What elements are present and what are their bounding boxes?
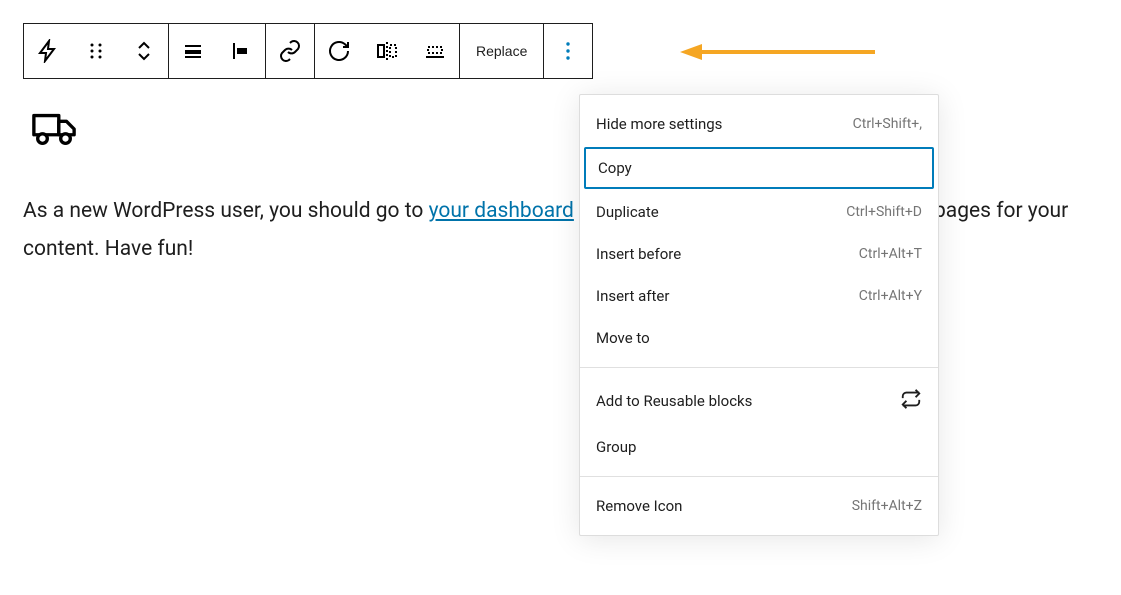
more-vertical-icon <box>556 39 580 63</box>
menu-item-label: Remove Icon <box>596 497 682 515</box>
drag-icon <box>84 39 108 63</box>
move-updown-button[interactable] <box>120 24 168 78</box>
lightning-icon <box>36 39 60 63</box>
menu-item-shortcut: Ctrl+Alt+Y <box>859 288 922 304</box>
flip-icon <box>375 39 399 63</box>
menu-item-label: Group <box>596 438 636 456</box>
menu-item-label: Add to Reusable blocks <box>596 392 752 410</box>
menu-item-label: Move to <box>596 329 650 347</box>
width-icon <box>423 39 447 63</box>
loop-icon <box>900 388 922 414</box>
menu-item-move-to[interactable]: Move to <box>580 317 938 359</box>
toolbar-group-link <box>266 24 315 78</box>
menu-item-group[interactable]: Group <box>580 426 938 468</box>
menu-section-3: Remove Icon Shift+Alt+Z <box>580 477 938 535</box>
justify-button[interactable] <box>217 24 265 78</box>
dashboard-link[interactable]: your dashboard <box>429 199 574 223</box>
menu-item-duplicate[interactable]: Duplicate Ctrl+Shift+D <box>580 191 938 233</box>
width-button[interactable] <box>411 24 459 78</box>
menu-item-insert-after[interactable]: Insert after Ctrl+Alt+Y <box>580 275 938 317</box>
rotate-icon <box>327 39 351 63</box>
align-icon <box>181 39 205 63</box>
toolbar-group-transform <box>315 24 460 78</box>
flip-button[interactable] <box>363 24 411 78</box>
replace-button[interactable]: Replace <box>460 24 543 78</box>
toolbar-group-align <box>169 24 266 78</box>
link-icon <box>278 39 302 63</box>
truck-icon <box>31 109 77 149</box>
block-type-button[interactable] <box>24 24 72 78</box>
menu-item-label: Insert before <box>596 245 681 263</box>
replace-label: Replace <box>476 43 527 59</box>
more-options-button[interactable] <box>544 24 592 78</box>
rotate-button[interactable] <box>315 24 363 78</box>
menu-item-label: Copy <box>598 159 632 177</box>
menu-item-shortcut: Ctrl+Alt+T <box>859 246 922 262</box>
chevrons-updown-icon <box>132 39 156 63</box>
menu-item-label: Duplicate <box>596 203 659 221</box>
menu-item-reusable[interactable]: Add to Reusable blocks <box>580 376 938 426</box>
menu-item-shortcut: Ctrl+Shift+D <box>846 204 922 220</box>
menu-item-insert-before[interactable]: Insert before Ctrl+Alt+T <box>580 233 938 275</box>
menu-item-remove[interactable]: Remove Icon Shift+Alt+Z <box>580 485 938 527</box>
menu-item-shortcut: Shift+Alt+Z <box>852 498 922 514</box>
block-toolbar: Replace <box>23 23 593 79</box>
toolbar-group-replace: Replace <box>460 24 544 78</box>
menu-item-copy[interactable]: Copy <box>584 147 934 189</box>
annotation-arrow-icon <box>680 42 880 62</box>
paragraph-text-before: As a new WordPress user, you should go t… <box>23 199 429 223</box>
justify-left-icon <box>229 39 253 63</box>
more-options-dropdown: Hide more settings Ctrl+Shift+, Copy Dup… <box>579 94 939 536</box>
menu-item-label: Hide more settings <box>596 115 722 133</box>
link-button[interactable] <box>266 24 314 78</box>
menu-item-hide-settings[interactable]: Hide more settings Ctrl+Shift+, <box>580 103 938 145</box>
menu-item-shortcut: Ctrl+Shift+, <box>853 116 922 132</box>
menu-section-2: Add to Reusable blocks Group <box>580 368 938 477</box>
menu-item-label: Insert after <box>596 287 669 305</box>
toolbar-group-block <box>24 24 169 78</box>
align-button[interactable] <box>169 24 217 78</box>
toolbar-group-more <box>544 24 592 78</box>
drag-handle-button[interactable] <box>72 24 120 78</box>
menu-section-1: Hide more settings Ctrl+Shift+, Copy Dup… <box>580 95 938 368</box>
